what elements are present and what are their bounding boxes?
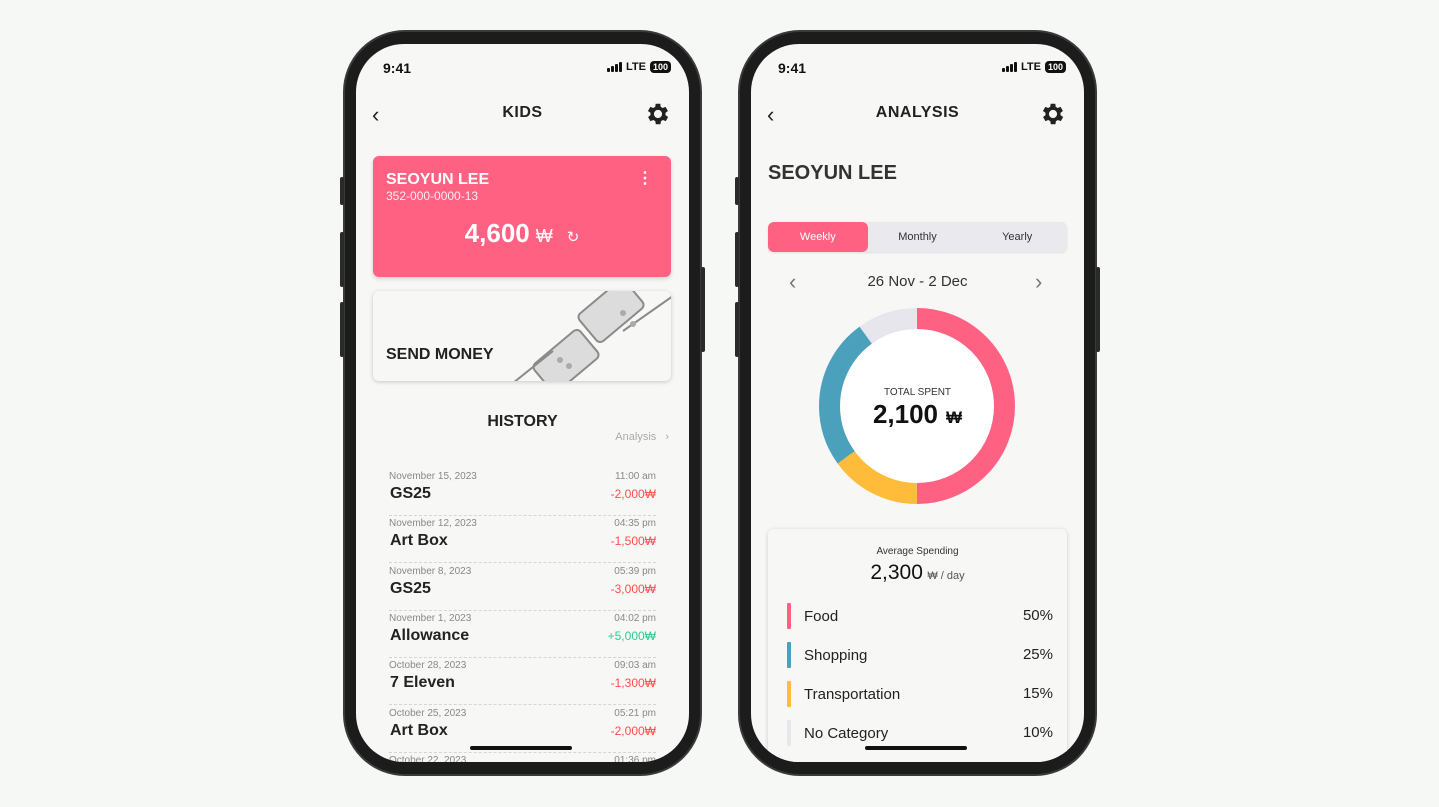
settings-gear-icon[interactable]: [644, 100, 672, 128]
home-indicator: [470, 746, 572, 750]
transaction-name: Art Box: [390, 721, 448, 739]
legend-item: Food 50%: [787, 603, 1053, 629]
more-options-icon[interactable]: ⋮: [637, 171, 653, 187]
transaction-date: November 15, 2023: [389, 471, 477, 482]
send-money-label: SEND MONEY: [386, 346, 494, 363]
page-title: KIDS: [502, 104, 543, 121]
legend-color-swatch: [787, 642, 791, 668]
status-time: 9:41: [778, 60, 807, 76]
transaction-amount: -1,500₩: [610, 534, 656, 549]
transaction-date: October 25, 2023: [389, 707, 467, 719]
period-segmented-control: Weekly Monthly Yearly: [768, 222, 1067, 252]
history-row[interactable]: October 28, 2023 09:03 am 7 Eleven -1,30…: [389, 658, 656, 706]
legend-percent: 25%: [1022, 646, 1053, 663]
transaction-amount: -1,300₩: [610, 676, 656, 691]
legend-item: No Category 10%: [787, 720, 1053, 746]
status-bar: LTE 100: [607, 61, 671, 73]
kids-screen: 9:41 LTE 100 ‹ KIDS SEOYUN LEE 352-000-0…: [356, 44, 689, 762]
history-row[interactable]: November 12, 2023 04:35 pm Art Box -1,50…: [389, 516, 656, 564]
transaction-time: 04:35 pm: [614, 518, 656, 530]
transaction-time: 11:00 am: [615, 471, 656, 482]
history-row[interactable]: October 22, 2023 01:36 pm: [389, 753, 656, 762]
account-balance: 4,600: [464, 218, 530, 248]
transaction-name: Art Box: [390, 532, 448, 550]
account-card[interactable]: SEOYUN LEE 352-000-0000-13 ⋮ 4,600 ₩ ↻: [373, 156, 671, 277]
legend-color-swatch: [787, 681, 791, 707]
average-spending-label: Average Spending: [876, 546, 959, 557]
legend-label: Shopping: [804, 647, 868, 664]
next-period-button[interactable]: ›: [1035, 269, 1042, 295]
status-bar: LTE 100: [1002, 61, 1066, 73]
battery-icon: 100: [649, 61, 671, 73]
transaction-date: October 22, 2023: [389, 754, 467, 762]
transaction-amount: -3,000₩: [610, 581, 656, 596]
legend-percent: 15%: [1022, 685, 1053, 702]
send-money-button[interactable]: SEND MONEY: [373, 291, 671, 381]
tab-yearly[interactable]: Yearly: [967, 222, 1067, 252]
total-spent-value: 2,100: [872, 399, 939, 429]
transaction-date: October 28, 2023: [389, 660, 467, 672]
network-label: LTE: [1021, 61, 1041, 73]
tab-monthly[interactable]: Monthly: [868, 222, 968, 252]
account-number: 352-000-0000-13: [386, 189, 479, 203]
transaction-time: 05:21 pm: [614, 707, 656, 719]
legend-label: No Category: [804, 725, 889, 742]
legend-percent: 10%: [1022, 724, 1053, 741]
transaction-time: 01:36 pm: [614, 754, 656, 762]
analysis-screen: 9:41 LTE 100 ‹ ANALYSIS SEOYUN LEE Weekl…: [751, 44, 1084, 762]
home-indicator: [865, 746, 967, 750]
currency-symbol: ₩: [946, 408, 963, 427]
page-title: ANALYSIS: [875, 104, 960, 121]
history-row[interactable]: November 15, 2023 11:00 am GS25 -2,000₩: [389, 469, 656, 516]
average-spending-unit: ₩ / day: [927, 570, 965, 582]
analysis-link-label: Analysis: [615, 431, 657, 443]
legend-color-swatch: [787, 603, 791, 629]
transaction-name: GS25: [390, 579, 431, 597]
history-row[interactable]: November 1, 2023 04:02 pm Allowance +5,0…: [389, 611, 656, 658]
total-spent-label: TOTAL SPENT: [883, 387, 952, 398]
settings-gear-icon[interactable]: [1039, 100, 1067, 128]
transaction-date: November 12, 2023: [389, 518, 477, 530]
transaction-name: Allowance: [390, 626, 470, 644]
signal-icon: [1002, 62, 1017, 72]
legend-percent: 50%: [1022, 607, 1053, 624]
legend-item: Shopping 25%: [787, 642, 1053, 668]
legend-item: Transportation 15%: [787, 681, 1053, 707]
transaction-date: November 8, 2023: [389, 565, 472, 577]
legend-label: Food: [804, 608, 839, 625]
transaction-time: 04:02 pm: [614, 612, 656, 624]
chevron-right-icon: ›: [665, 431, 669, 443]
currency-symbol: ₩: [535, 226, 553, 246]
average-spending-value: 2,300: [870, 561, 923, 584]
legend-color-swatch: [787, 720, 791, 746]
phone-frame-analysis: 9:41 LTE 100 ‹ ANALYSIS SEOYUN LEE Weekl…: [735, 30, 1100, 776]
transaction-amount: -2,000₩: [610, 723, 656, 738]
analysis-link[interactable]: Analysis ›: [615, 431, 669, 443]
phone-frame-kids: 9:41 LTE 100 ‹ KIDS SEOYUN LEE 352-000-0…: [340, 30, 705, 776]
history-title: HISTORY: [487, 413, 558, 430]
average-spending-card: Average Spending 2,300 ₩ / day Food 50% …: [768, 529, 1067, 762]
battery-icon: 100: [1044, 61, 1066, 73]
signal-icon: [607, 62, 622, 72]
transaction-amount: -2,000₩: [610, 487, 656, 501]
transaction-name: 7 Eleven: [390, 674, 455, 692]
transaction-date: November 1, 2023: [389, 612, 472, 624]
status-time: 9:41: [383, 60, 412, 76]
child-name: SEOYUN LEE: [768, 162, 897, 184]
transaction-time: 05:39 pm: [614, 565, 656, 577]
account-name: SEOYUN LEE: [386, 171, 490, 188]
phones-illustration-icon: [513, 291, 671, 381]
network-label: LTE: [626, 61, 646, 73]
legend-label: Transportation: [804, 686, 901, 703]
tab-weekly[interactable]: Weekly: [768, 222, 868, 252]
refresh-icon[interactable]: ↻: [567, 228, 580, 246]
history-row[interactable]: November 8, 2023 05:39 pm GS25 -3,000₩: [389, 564, 656, 611]
transaction-amount: +5,000₩: [607, 628, 656, 643]
transaction-name: GS25: [390, 485, 431, 502]
transaction-time: 09:03 am: [614, 660, 656, 672]
